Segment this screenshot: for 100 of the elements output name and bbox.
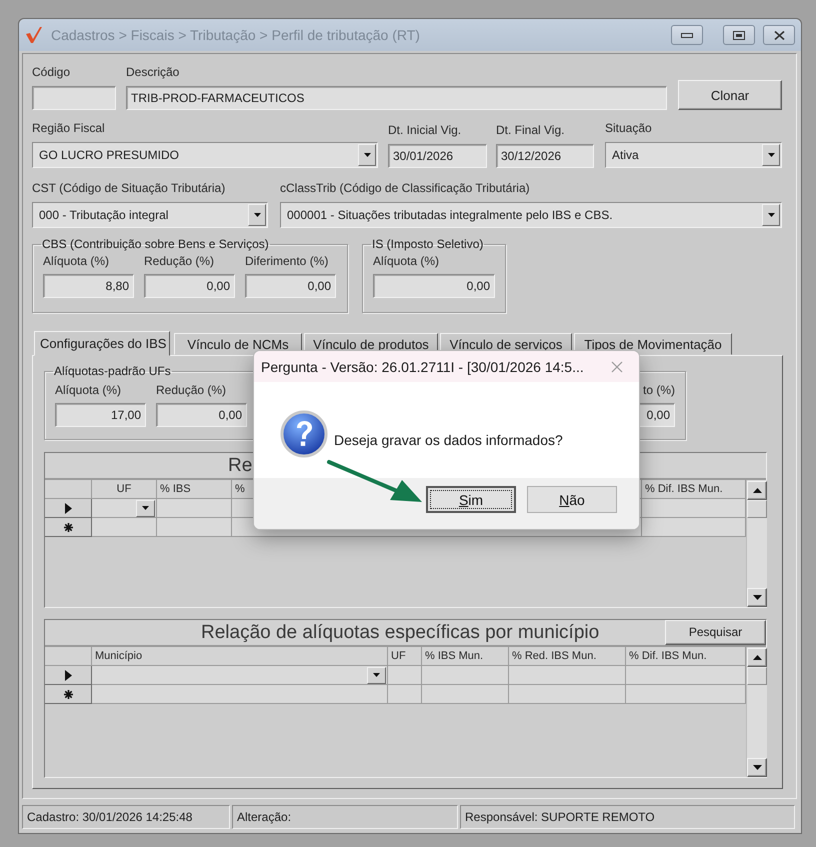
yes-button[interactable]: Sim (426, 486, 516, 513)
text-field[interactable]: 30/01/2026 (388, 144, 487, 168)
field-label: Diferimento (%) (245, 254, 330, 269)
column-header: % IBS (157, 480, 232, 499)
dialog-message: Deseja gravar os dados informados? (334, 432, 563, 448)
table-cell[interactable] (92, 666, 388, 685)
field-label: Região Fiscal (32, 121, 106, 136)
window-title: Cadastros > Fiscais > Tributação > Perfil de tributação (RT) (51, 27, 421, 43)
dropdown-button[interactable] (367, 666, 386, 684)
scroll-up-button[interactable] (747, 648, 767, 667)
column-header: UF (92, 480, 157, 499)
table-cell[interactable] (422, 685, 509, 704)
dropdown-button[interactable] (358, 144, 376, 166)
scroll-thumb[interactable] (747, 667, 767, 685)
table-cell[interactable] (642, 518, 746, 537)
table-cell[interactable] (626, 666, 746, 685)
group-title: Alíquotas-padrão UFs (54, 364, 171, 378)
text-field[interactable]: 0,00 (144, 274, 235, 298)
new-row-icon (64, 690, 72, 698)
dropdown-field[interactable]: 000 - Tributação integral (32, 202, 268, 228)
minimize-icon (681, 32, 693, 38)
table-cell[interactable] (92, 518, 157, 537)
row-header[interactable] (45, 518, 92, 537)
tab[interactable]: Tipos de Movimentação (574, 333, 732, 355)
scrollbar[interactable] (746, 480, 767, 607)
text-field[interactable]: 8,80 (43, 274, 134, 298)
maximize-icon (733, 30, 745, 40)
text-field[interactable]: 0,00 (156, 403, 247, 427)
search-button[interactable]: Pesquisar (665, 620, 766, 644)
dropdown-button[interactable] (136, 500, 155, 516)
scroll-down-button[interactable] (747, 588, 767, 607)
table-cell[interactable] (388, 666, 422, 685)
clone-button[interactable]: Clonar (678, 80, 782, 110)
field-label: Dt. Final Vig. (496, 123, 566, 138)
minimize-button[interactable] (671, 25, 703, 45)
field-label: Alíquota (%) (373, 254, 440, 269)
scroll-thumb[interactable] (747, 500, 767, 518)
dropdown-field[interactable]: GO LUCRO PRESUMIDO (32, 142, 378, 168)
row-header[interactable] (45, 666, 92, 685)
column-header: % Dif. IBS Mun. (626, 647, 746, 666)
no-button[interactable]: Não (527, 486, 617, 513)
down-arrow-icon (752, 765, 762, 770)
up-arrow-icon (752, 488, 762, 493)
status-text: Cadastro: 30/01/2026 14:25:48 (22, 805, 230, 829)
status-text: Responsável: SUPORTE REMOTO (460, 805, 795, 829)
dropdown-button[interactable] (248, 204, 266, 226)
app-logo-icon (25, 26, 43, 44)
dropdown-button[interactable] (762, 204, 780, 226)
text-field[interactable]: 0,00 (373, 274, 495, 298)
row-header[interactable] (45, 499, 92, 518)
text-field[interactable]: 30/12/2026 (496, 144, 594, 168)
table-cell[interactable] (157, 518, 232, 537)
table-cell[interactable] (509, 666, 626, 685)
dropdown-arrow-icon (373, 673, 380, 677)
field-label: Redução (%) (144, 254, 216, 269)
dropdown-field[interactable]: 000001 - Situações tributadas integralmente pelo IBS e CBS. (280, 202, 782, 228)
table-cell[interactable] (642, 499, 746, 518)
group-title: IS (Imposto Seletivo) (372, 237, 484, 251)
text-field[interactable]: 0,00 (245, 274, 336, 298)
tab[interactable]: Vínculo de NCMs (174, 333, 302, 355)
table-cell[interactable] (92, 685, 388, 704)
group-title: CBS (Contribuição sobre Bens e Serviços) (42, 237, 269, 251)
text-field[interactable]: 17,00 (55, 403, 146, 427)
field-label: Situação (605, 121, 653, 136)
tab[interactable]: Configurações do IBS (34, 331, 170, 356)
text-field[interactable] (32, 86, 116, 110)
field-label: CST (Código de Situação Tributária) (32, 181, 226, 196)
grid-title: Relação de alíquotas específicas por município (201, 622, 600, 644)
text-field[interactable]: TRIB-PROD-FARMACEUTICOS (126, 86, 667, 110)
table-cell[interactable] (509, 685, 626, 704)
dropdown-arrow-icon (768, 153, 774, 157)
table-cell[interactable] (422, 666, 509, 685)
close-icon[interactable] (611, 360, 623, 372)
scrollbar[interactable] (746, 647, 767, 777)
scroll-up-button[interactable] (747, 481, 767, 500)
scroll-down-button[interactable] (747, 758, 767, 777)
dropdown-field[interactable]: Ativa (605, 142, 782, 168)
field-label: to (%) (642, 383, 675, 398)
table-cell[interactable] (626, 685, 746, 704)
row-header[interactable] (45, 685, 92, 704)
dropdown-arrow-icon (142, 506, 149, 510)
table-cell[interactable] (388, 685, 422, 704)
table-cell[interactable] (157, 499, 232, 518)
column-header: % Red. IBS Mun. (509, 647, 626, 666)
grid-title: Re (228, 454, 252, 476)
field-label: cClassTrib (Código de Classificação Tributária) (280, 181, 531, 196)
up-arrow-icon (752, 655, 762, 660)
table-cell[interactable] (92, 499, 157, 518)
dropdown-button[interactable] (762, 144, 780, 166)
maximize-button[interactable] (723, 25, 755, 45)
field-label: Alíquota (%) (43, 254, 110, 269)
current-row-icon (64, 502, 72, 514)
dropdown-arrow-icon (254, 213, 260, 217)
close-button[interactable] (763, 25, 795, 45)
field-label: Código (32, 65, 72, 80)
down-arrow-icon (752, 595, 762, 600)
field-label: Dt. Inicial Vig. (388, 123, 462, 138)
field-label: Descrição (126, 65, 180, 80)
dropdown-arrow-icon (768, 213, 774, 217)
current-row-icon (64, 670, 72, 680)
